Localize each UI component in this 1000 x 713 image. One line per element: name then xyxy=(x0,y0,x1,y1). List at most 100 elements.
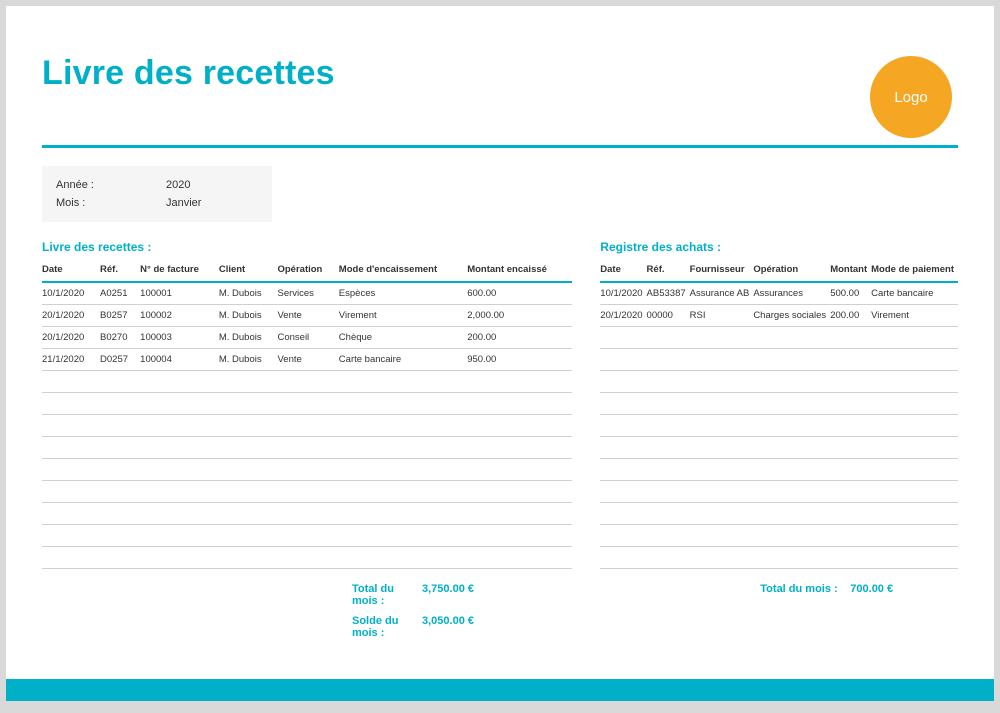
table-row-empty xyxy=(600,415,958,437)
table-header: Mode d'encaissement xyxy=(339,260,467,282)
total-value: 3,050.00 € xyxy=(422,615,474,639)
table-cell-empty xyxy=(42,525,572,547)
table-cell: 2,000.00 xyxy=(467,305,572,327)
table-header: Opération xyxy=(753,260,830,282)
table-cell-empty xyxy=(600,481,958,503)
table-header: N° de facture xyxy=(140,260,219,282)
table-cell: M. Dubois xyxy=(219,327,278,349)
table-row: 20/1/2020B0270100003M. DuboisConseilChèq… xyxy=(42,327,572,349)
total-row: Solde du mois :3,050.00 € xyxy=(42,615,572,639)
table-cell: 10/1/2020 xyxy=(42,282,100,305)
meta-month-label: Mois : xyxy=(56,194,166,212)
logo-placeholder: Logo xyxy=(870,56,952,138)
table-cell-empty xyxy=(600,327,958,349)
table-header: Opération xyxy=(277,260,338,282)
recettes-tbody: 10/1/2020A0251100001M. DuboisServicesEsp… xyxy=(42,282,572,569)
table-cell-empty xyxy=(42,437,572,459)
table-row-empty xyxy=(42,393,572,415)
table-row-empty xyxy=(42,525,572,547)
table-cell: 10/1/2020 xyxy=(600,282,646,305)
achats-tbody: 10/1/2020AB53387Assurance ABAssurances50… xyxy=(600,282,958,569)
meta-box: Année : 2020 Mois : Janvier xyxy=(42,166,272,222)
table-cell: 100003 xyxy=(140,327,219,349)
table-cell-empty xyxy=(42,415,572,437)
table-cell-empty xyxy=(42,547,572,569)
table-cell: Virement xyxy=(339,305,467,327)
total-value: 700.00 € xyxy=(850,583,893,595)
table-cell: Vente xyxy=(277,305,338,327)
table-cell: Chèque xyxy=(339,327,467,349)
table-cell-empty xyxy=(42,481,572,503)
table-cell: Carte bancaire xyxy=(339,349,467,371)
table-cell: 20/1/2020 xyxy=(600,305,646,327)
table-row: 20/1/2020B0257100002M. DuboisVenteVireme… xyxy=(42,305,572,327)
table-cell-empty xyxy=(600,349,958,371)
table-row-empty xyxy=(600,503,958,525)
footer-bar xyxy=(6,679,994,701)
total-label: Solde du mois : xyxy=(42,615,422,639)
table-cell: Espèces xyxy=(339,282,467,305)
table-cell: Conseil xyxy=(277,327,338,349)
meta-month-value: Janvier xyxy=(166,194,201,212)
table-cell: 100002 xyxy=(140,305,219,327)
table-cell: D0257 xyxy=(100,349,140,371)
table-row-empty xyxy=(42,481,572,503)
total-label: Total du mois : xyxy=(42,583,422,607)
table-cell: 20/1/2020 xyxy=(42,305,100,327)
meta-year-value: 2020 xyxy=(166,176,190,194)
table-cell: 200.00 xyxy=(467,327,572,349)
achats-title: Registre des achats : xyxy=(600,240,958,254)
table-row: 10/1/2020A0251100001M. DuboisServicesEsp… xyxy=(42,282,572,305)
table-header: Réf. xyxy=(647,260,690,282)
total-row: Total du mois :3,750.00 € xyxy=(42,583,572,607)
table-row: 10/1/2020AB53387Assurance ABAssurances50… xyxy=(600,282,958,305)
table-cell: 100004 xyxy=(140,349,219,371)
achats-thead: DateRéf.FournisseurOpérationMontantMode … xyxy=(600,260,958,282)
total-row: Total du mois :700.00 € xyxy=(600,583,958,595)
table-header: Réf. xyxy=(100,260,140,282)
table-header: Date xyxy=(42,260,100,282)
recettes-title: Livre des recettes : xyxy=(42,240,572,254)
table-row-empty xyxy=(42,459,572,481)
table-cell: M. Dubois xyxy=(219,282,278,305)
table-header: Client xyxy=(219,260,278,282)
table-row-empty xyxy=(600,327,958,349)
table-header: Date xyxy=(600,260,646,282)
meta-year-label: Année : xyxy=(56,176,166,194)
document-page: Livre des recettes Logo Année : 2020 Moi… xyxy=(6,6,994,701)
table-cell: Vente xyxy=(277,349,338,371)
table-cell-empty xyxy=(42,393,572,415)
table-header: Mode de paiement xyxy=(871,260,958,282)
table-cell: 21/1/2020 xyxy=(42,349,100,371)
table-cell: M. Dubois xyxy=(219,305,278,327)
table-cell-empty xyxy=(600,525,958,547)
table-row-empty xyxy=(600,437,958,459)
recettes-thead: DateRéf.N° de factureClientOpérationMode… xyxy=(42,260,572,282)
table-cell: Virement xyxy=(871,305,958,327)
achats-totals: Total du mois :700.00 € xyxy=(600,583,958,595)
table-cell: Services xyxy=(277,282,338,305)
table-row-empty xyxy=(600,547,958,569)
total-value: 3,750.00 € xyxy=(422,583,474,607)
achats-table: DateRéf.FournisseurOpérationMontantMode … xyxy=(600,260,958,569)
table-cell-empty xyxy=(600,503,958,525)
table-cell: B0257 xyxy=(100,305,140,327)
table-row-empty xyxy=(600,525,958,547)
table-cell-empty xyxy=(42,459,572,481)
divider-main xyxy=(42,145,958,148)
table-header: Fournisseur xyxy=(690,260,754,282)
table-row-empty xyxy=(42,503,572,525)
table-row-empty xyxy=(42,437,572,459)
table-cell: 20/1/2020 xyxy=(42,327,100,349)
table-cell: Carte bancaire xyxy=(871,282,958,305)
table-row-empty xyxy=(600,393,958,415)
table-row-empty xyxy=(42,547,572,569)
table-cell-empty xyxy=(600,547,958,569)
table-cell: RSI xyxy=(690,305,754,327)
table-cell-empty xyxy=(600,459,958,481)
recettes-totals: Total du mois :3,750.00 €Solde du mois :… xyxy=(42,583,572,639)
table-header: Montant encaissé xyxy=(467,260,572,282)
table-cell: 00000 xyxy=(647,305,690,327)
table-cell-empty xyxy=(600,393,958,415)
table-cell: Assurance AB xyxy=(690,282,754,305)
